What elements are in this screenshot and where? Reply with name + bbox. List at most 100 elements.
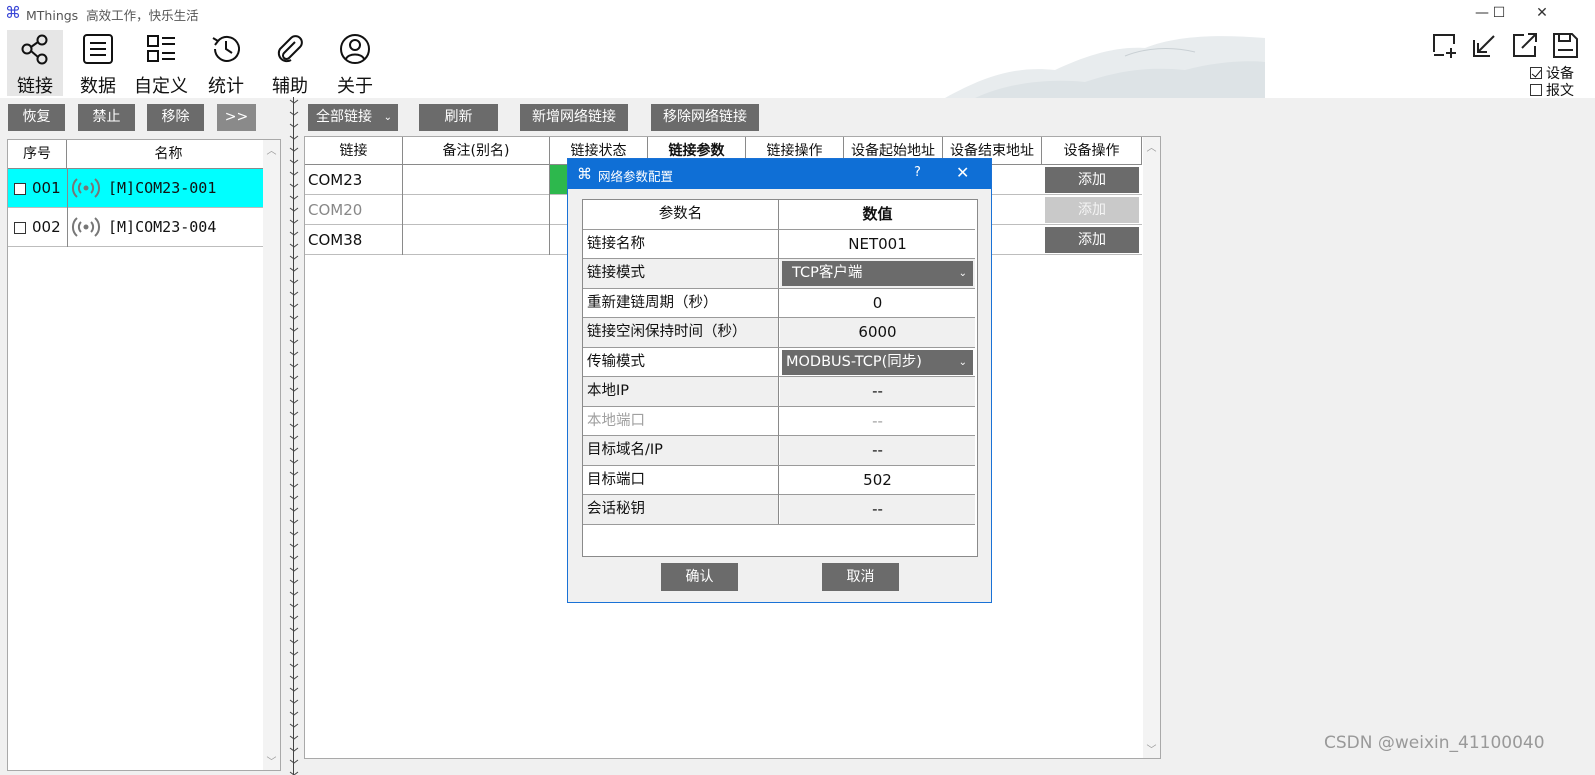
signal-icon <box>71 217 101 237</box>
device-name: [M]COM23-001 <box>108 179 217 197</box>
option-message[interactable]: 报文 <box>1530 80 1574 98</box>
transfer-mode-select[interactable]: MODBUS-TCP(同步) ⌄ <box>782 349 973 375</box>
param-name: 目标域名/IP <box>583 436 779 465</box>
param-name: 重新建链周期（秒） <box>583 288 779 318</box>
cancel-button[interactable]: 取消 <box>822 563 899 591</box>
param-value[interactable]: NET001 <box>780 230 975 259</box>
confirm-button[interactable]: 确认 <box>661 563 738 591</box>
param-name: 链接空闲保持时间（秒） <box>583 318 779 347</box>
refresh-button[interactable]: 刷新 <box>419 104 498 131</box>
export-icon[interactable] <box>1510 30 1540 60</box>
list-doc-icon <box>83 34 113 64</box>
dialog-title-bar[interactable]: ⌘ 网络参数配置 ? ✕ <box>568 159 991 189</box>
param-row-session-key[interactable]: 会话秘钥 -- <box>583 495 975 525</box>
row-checkbox[interactable] <box>14 183 26 195</box>
column-device-operation[interactable]: 设备操作 <box>1042 137 1142 165</box>
add-device-button[interactable]: 添加 <box>1045 167 1139 193</box>
import-icon[interactable] <box>1470 30 1500 60</box>
param-value[interactable]: -- <box>780 436 975 465</box>
link-mode-value: TCP客户端 <box>792 265 863 281</box>
link-name: COM38 <box>305 225 403 255</box>
param-row-reconnect-period[interactable]: 重新建链周期（秒） 0 <box>583 288 975 318</box>
device-list-scrollbar[interactable]: ︿ ﹀ <box>263 140 280 770</box>
link-mode-select[interactable]: TCP客户端 ⌄ <box>782 261 973 286</box>
custom-layout-icon <box>147 35 175 62</box>
device-checkbox[interactable] <box>1530 67 1542 79</box>
title-bar: ⌘ MThings 高效工作，快乐生活 — ☐ ✕ <box>0 0 1595 26</box>
scroll-down-icon[interactable]: ﹀ <box>1143 741 1160 756</box>
link-remark[interactable] <box>403 225 550 255</box>
list-item[interactable]: 002 [M]COM23-004 <box>8 208 271 247</box>
tab-custom-label: 自定义 <box>134 76 188 97</box>
app-title: MThings 高效工作，快乐生活 <box>26 8 199 23</box>
param-row-link-mode[interactable]: 链接模式 TCP客户端 ⌄ <box>583 259 975 289</box>
link-remark[interactable] <box>403 195 550 225</box>
tab-helper[interactable]: 辅助 <box>262 30 318 97</box>
param-value[interactable]: 6000 <box>780 318 975 347</box>
row-checkbox[interactable] <box>14 222 26 234</box>
column-name[interactable]: 名称 <box>67 140 271 169</box>
column-remark[interactable]: 备注(别名) <box>403 137 550 165</box>
param-row-local-ip[interactable]: 本地IP -- <box>583 377 975 407</box>
disable-button[interactable]: 禁止 <box>78 104 135 131</box>
column-param-name: 参数名 <box>583 200 779 229</box>
param-value: -- <box>872 411 883 430</box>
param-value[interactable]: -- <box>780 377 975 406</box>
link-grid-scrollbar[interactable]: ︿ ﹀ <box>1143 137 1160 758</box>
all-links-dropdown[interactable]: 全部链接 ⌄ <box>308 104 398 131</box>
params-table: 参数名 数值 链接名称 NET001 链接模式 TCP客户端 ⌄ 重新建链周期（… <box>582 199 978 557</box>
add-network-link-button[interactable]: 新增网络链接 <box>520 104 628 131</box>
link-name: COM20 <box>305 195 403 225</box>
network-params-dialog: ⌘ 网络参数配置 ? ✕ 参数名 数值 链接名称 NET001 链接模式 TCP… <box>567 158 992 603</box>
clock-history-icon <box>212 35 240 62</box>
device-list: 序号 名称 001 [M]COM23-001 002 [M]COM23-004 … <box>7 139 281 771</box>
close-button[interactable]: ✕ <box>1520 0 1564 26</box>
list-item[interactable]: 001 [M]COM23-001 <box>8 169 271 208</box>
expand-button[interactable]: >> <box>217 104 256 131</box>
transfer-mode-value: MODBUS-TCP(同步) <box>786 353 922 370</box>
param-value[interactable]: 502 <box>780 466 975 495</box>
scroll-up-icon[interactable]: ︿ <box>263 142 280 157</box>
tab-statistics[interactable]: 统计 <box>198 30 254 97</box>
column-index[interactable]: 序号 <box>8 140 67 169</box>
param-row-transfer-mode[interactable]: 传输模式 MODBUS-TCP(同步) ⌄ <box>583 347 975 377</box>
tab-data[interactable]: 数据 <box>70 30 126 97</box>
app-logo-icon: ⌘ <box>577 165 592 183</box>
signal-icon <box>71 178 101 198</box>
tab-about[interactable]: 关于 <box>327 30 383 97</box>
message-checkbox[interactable] <box>1530 84 1542 96</box>
add-device-button: 添加 <box>1045 197 1139 223</box>
paperclip-icon <box>277 35 303 63</box>
add-device-button[interactable]: 添加 <box>1045 227 1139 253</box>
new-window-icon[interactable] <box>1430 30 1460 60</box>
share-nodes-icon <box>21 34 48 65</box>
link-remark[interactable] <box>403 165 550 195</box>
save-icon[interactable] <box>1550 30 1580 60</box>
device-id: 001 <box>32 179 61 197</box>
param-name: 链接名称 <box>583 229 779 259</box>
tab-links[interactable]: 链接 <box>7 30 63 97</box>
tab-statistics-label: 统计 <box>208 76 244 97</box>
scroll-down-icon[interactable]: ﹀ <box>263 753 280 768</box>
panel-splitter[interactable] <box>289 97 299 775</box>
param-row-target-host[interactable]: 目标域名/IP -- <box>583 436 975 466</box>
chevron-down-icon: ⌄ <box>383 112 392 123</box>
column-link[interactable]: 链接 <box>305 137 403 165</box>
help-icon[interactable]: ? <box>914 165 921 180</box>
param-value[interactable]: 0 <box>780 289 975 318</box>
param-row-link-name[interactable]: 链接名称 NET001 <box>583 229 975 259</box>
remove-network-link-button[interactable]: 移除网络链接 <box>651 104 759 131</box>
maximize-button[interactable]: ☐ <box>1477 0 1521 26</box>
restore-button[interactable]: 恢复 <box>8 104 65 131</box>
landscape-decoration <box>945 36 1265 98</box>
scroll-up-icon[interactable]: ︿ <box>1143 139 1160 154</box>
param-name: 会话秘钥 <box>583 495 779 524</box>
tab-custom[interactable]: 自定义 <box>133 30 189 97</box>
param-value[interactable]: -- <box>780 495 975 524</box>
dialog-close-icon[interactable]: ✕ <box>956 163 969 182</box>
remove-button[interactable]: 移除 <box>147 104 204 131</box>
param-row-target-port[interactable]: 目标端口 502 <box>583 465 975 495</box>
main-toolbar: 链接 数据 自定义 统计 辅助 关于 设备 报文 <box>0 26 1595 98</box>
user-circle-icon <box>340 34 370 64</box>
param-row-idle-time[interactable]: 链接空闲保持时间（秒） 6000 <box>583 318 975 348</box>
